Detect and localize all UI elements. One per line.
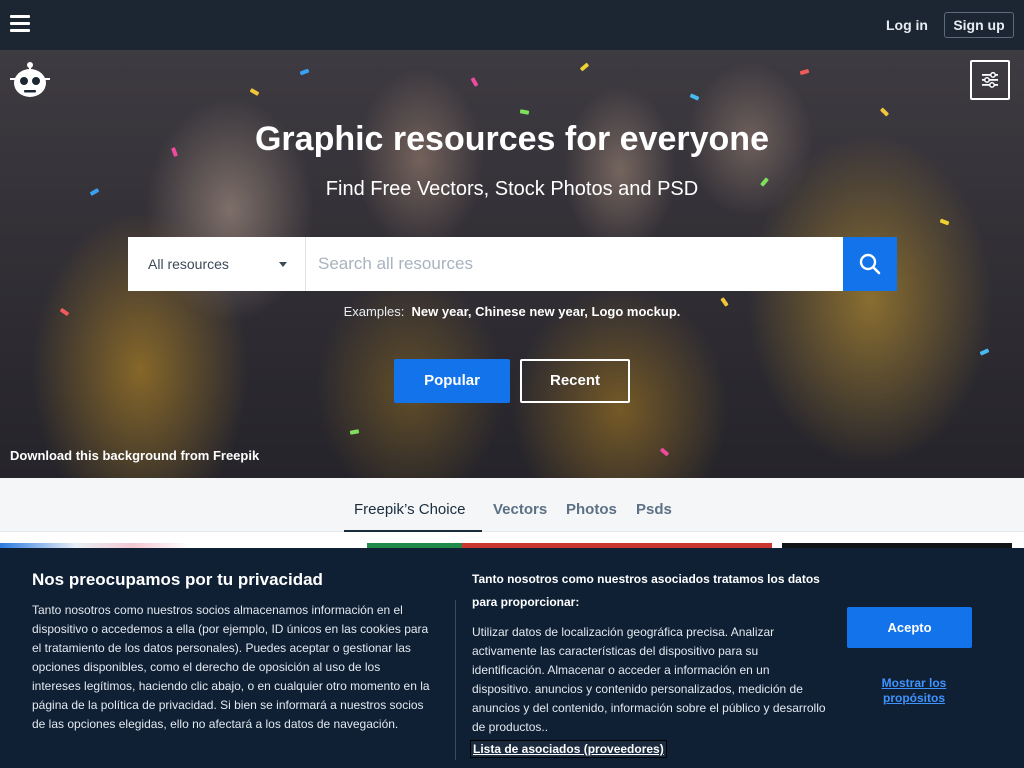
chevron-down-icon bbox=[279, 262, 287, 267]
sliders-icon bbox=[982, 72, 998, 88]
cookie-consent-banner: Nos preocupamos por tu privacidad Tanto … bbox=[0, 548, 1024, 768]
resource-type-label: All resources bbox=[148, 256, 229, 272]
search-button[interactable] bbox=[843, 237, 897, 291]
hero-banner: Graphic resources for everyone Find Free… bbox=[0, 50, 1024, 478]
search-examples: Examples: New year, Chinese new year, Lo… bbox=[343, 304, 681, 319]
search-bar: All resources bbox=[128, 237, 897, 291]
active-tab-indicator bbox=[344, 530, 482, 532]
tab-vectors[interactable]: Vectors bbox=[493, 501, 547, 518]
show-purposes-link[interactable]: Mostrar los propósitos bbox=[864, 676, 964, 706]
tab-photos[interactable]: Photos bbox=[566, 501, 617, 518]
freepik-logo-icon[interactable] bbox=[10, 60, 50, 100]
search-input[interactable] bbox=[308, 237, 843, 291]
resource-tabs: Freepik’s Choice Vectors Photos Psds bbox=[0, 478, 1024, 532]
download-background-link[interactable]: Download this background from Freepik bbox=[10, 448, 259, 463]
hero-title: Graphic resources for everyone bbox=[254, 120, 769, 158]
resource-type-select[interactable]: All resources bbox=[128, 237, 306, 291]
cookie-divider bbox=[455, 600, 456, 760]
cookie-purposes-title: Tanto nosotros como nuestros asociados t… bbox=[472, 572, 820, 609]
partners-list-link[interactable]: Lista de asociados (proveedores) bbox=[470, 740, 667, 758]
signup-button[interactable]: Sign up bbox=[944, 12, 1014, 38]
cookie-title: Nos preocupamos por tu privacidad bbox=[32, 570, 323, 589]
login-link[interactable]: Log in bbox=[886, 17, 928, 33]
example-link[interactable]: New year bbox=[412, 304, 468, 319]
example-link[interactable]: Chinese new year bbox=[475, 304, 584, 319]
search-icon bbox=[859, 253, 881, 275]
hero-subtitle: Find Free Vectors, Stock Photos and PSD bbox=[325, 178, 699, 200]
cookie-description: Tanto nosotros como nuestros socios alma… bbox=[32, 603, 430, 731]
tab-freepiks-choice[interactable]: Freepik’s Choice bbox=[354, 501, 465, 518]
examples-label: Examples: bbox=[343, 304, 405, 319]
recent-button[interactable]: Recent bbox=[520, 359, 630, 403]
accept-button[interactable]: Acepto bbox=[847, 607, 972, 648]
popular-button[interactable]: Popular bbox=[394, 359, 510, 403]
hamburger-menu-icon[interactable] bbox=[10, 15, 30, 33]
cookie-purposes-text: Utilizar datos de localización geográfic… bbox=[472, 625, 826, 734]
filters-button[interactable] bbox=[970, 60, 1010, 100]
example-link[interactable]: Logo mockup bbox=[592, 304, 677, 319]
tab-psds[interactable]: Psds bbox=[636, 501, 672, 518]
top-navigation-bar: Log in Sign up bbox=[0, 0, 1024, 50]
